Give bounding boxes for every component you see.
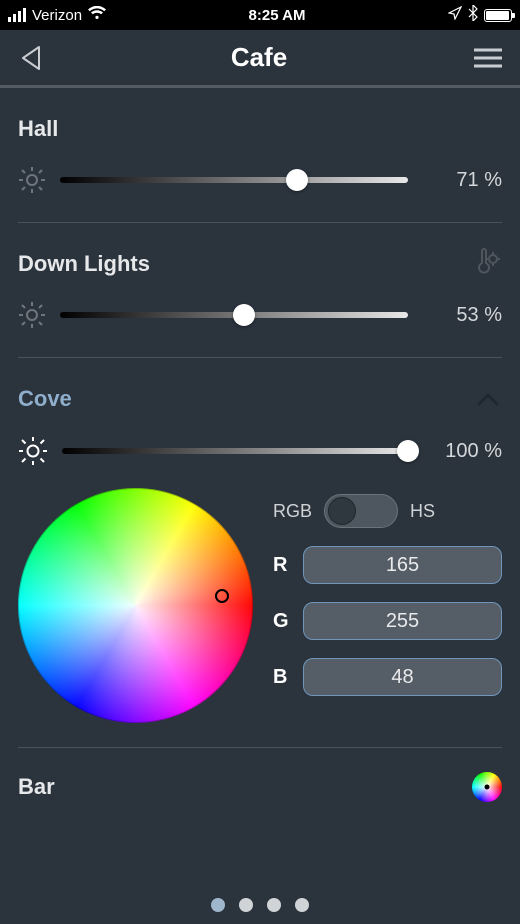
back-button[interactable] (16, 43, 46, 73)
ios-status-bar: Verizon 8:25 AM (0, 0, 520, 30)
r-label: R (273, 554, 291, 577)
color-wheel-marker[interactable] (215, 589, 229, 603)
page-dot[interactable] (239, 898, 253, 912)
brightness-icon (18, 301, 46, 329)
color-wheel[interactable] (18, 488, 253, 723)
carrier-label: Verizon (32, 7, 82, 24)
clock-label: 8:25 AM (249, 7, 306, 24)
brightness-value: 71 % (422, 169, 502, 192)
chevron-up-icon[interactable] (474, 385, 502, 413)
zone-down-lights: Down Lights 53 % (18, 223, 502, 358)
page-title: Cafe (231, 42, 287, 73)
location-arrow-icon (448, 6, 462, 24)
color-mode-toggle[interactable] (324, 494, 398, 528)
brightness-icon (18, 166, 46, 194)
zone-cove: Cove 100 % RGB (18, 358, 502, 748)
wifi-icon (88, 6, 106, 24)
color-wheel-icon[interactable] (472, 772, 502, 802)
menu-button[interactable] (472, 46, 504, 70)
zone-title[interactable]: Hall (18, 116, 58, 142)
g-label: G (273, 610, 291, 633)
brightness-slider-cove[interactable] (62, 441, 408, 461)
page-dot[interactable] (267, 898, 281, 912)
page-dot[interactable] (295, 898, 309, 912)
signal-icon (8, 8, 26, 22)
mode-label-hs: HS (410, 501, 435, 522)
page-dot[interactable] (211, 898, 225, 912)
battery-full-icon (484, 9, 512, 22)
b-input[interactable]: 48 (303, 658, 502, 696)
mode-label-rgb: RGB (273, 501, 312, 522)
bluetooth-icon (468, 5, 478, 25)
zone-bar: Bar (18, 748, 502, 806)
zone-title[interactable]: Down Lights (18, 251, 150, 277)
r-input[interactable]: 165 (303, 546, 502, 584)
page-indicator[interactable] (0, 898, 520, 912)
brightness-slider-hall[interactable] (60, 170, 408, 190)
b-label: B (273, 666, 291, 689)
brightness-value: 100 % (422, 440, 502, 463)
zone-hall: Hall 71 % (18, 88, 502, 223)
zone-title[interactable]: Cove (18, 386, 72, 412)
brightness-icon (18, 436, 48, 466)
zone-title[interactable]: Bar (18, 774, 55, 800)
g-input[interactable]: 255 (303, 602, 502, 640)
color-temperature-icon[interactable] (472, 247, 502, 282)
brightness-slider-down-lights[interactable] (60, 305, 408, 325)
nav-bar: Cafe (0, 30, 520, 88)
brightness-value: 53 % (422, 304, 502, 327)
